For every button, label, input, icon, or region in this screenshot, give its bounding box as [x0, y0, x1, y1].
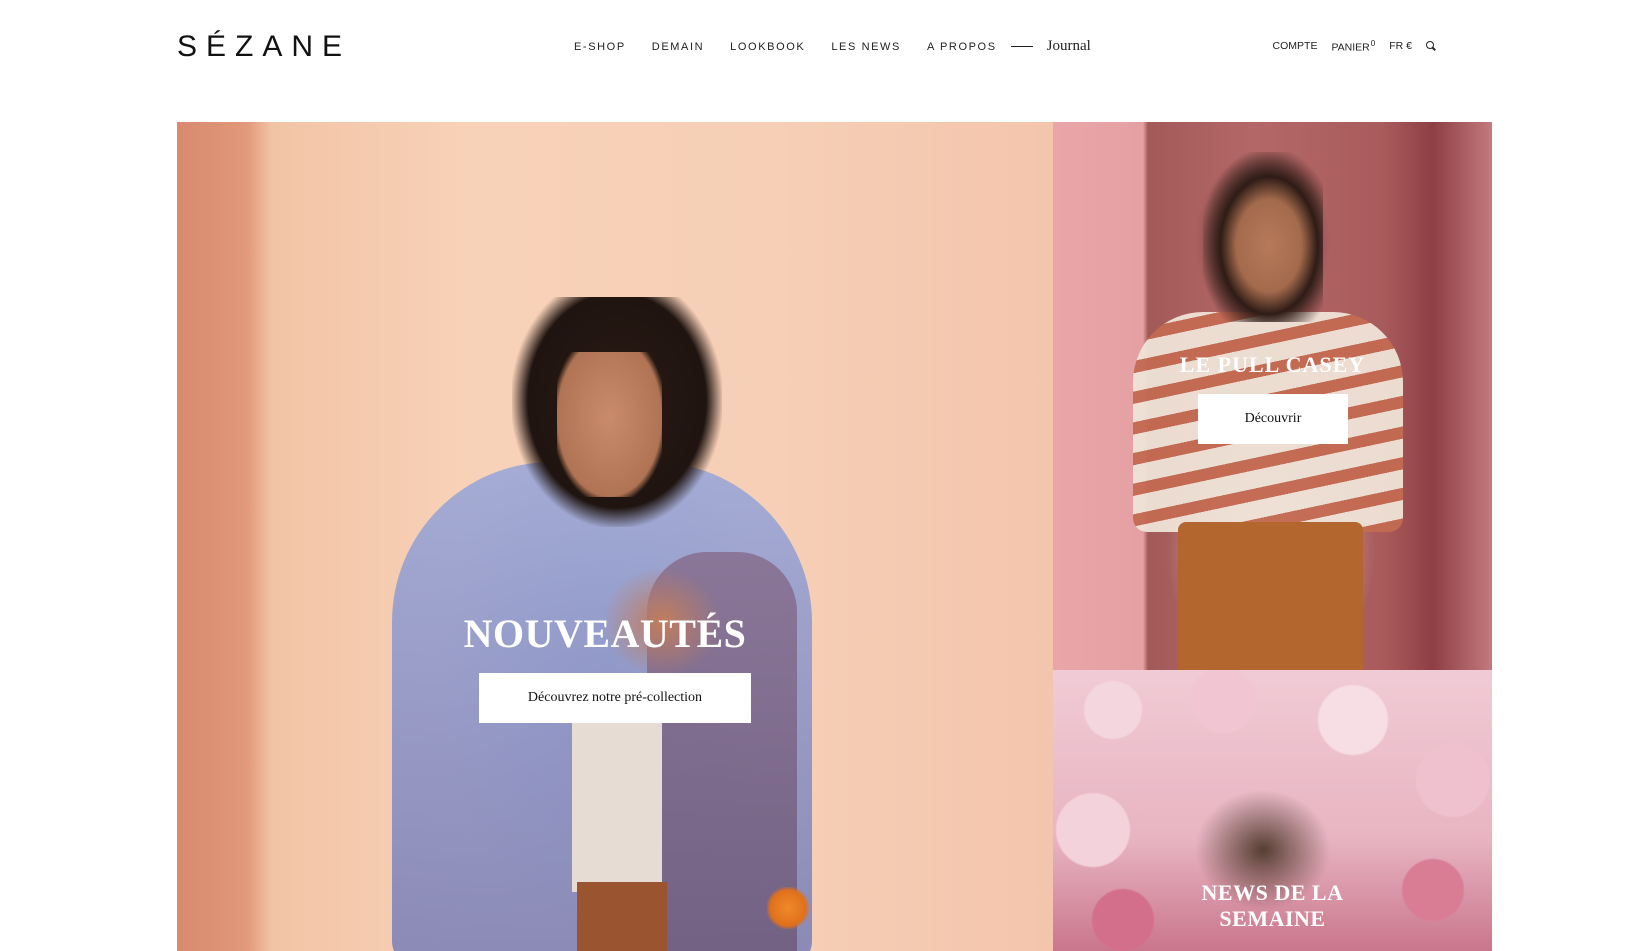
site-header: SÉZANE E-SHOP DEMAIN LOOKBOOK LES NEWS A…	[0, 0, 1631, 95]
nav-item-demain[interactable]: DEMAIN	[652, 41, 704, 53]
hero-tile-new-arrivals[interactable]: NOUVEAUTÉS Découvrez notre pré-collectio…	[177, 122, 1053, 951]
nav-divider	[1010, 46, 1033, 47]
search-icon[interactable]	[1426, 41, 1436, 51]
hero-image-flower	[767, 887, 809, 929]
hero-image-face	[557, 352, 662, 497]
nav-item-a-propos[interactable]: A PROPOS	[927, 41, 997, 53]
discover-precollection-button[interactable]: Découvrez notre pré-collection	[479, 673, 751, 723]
tile-pull-casey[interactable]: LE PULL CASEY Découvrir	[1053, 122, 1492, 670]
nav-item-eshop[interactable]: E-SHOP	[574, 41, 626, 53]
tile-news-week[interactable]: NEWS DE LA SEMAINE	[1053, 670, 1492, 951]
tile-title-news-week: NEWS DE LA SEMAINE	[1053, 880, 1492, 932]
nav-item-les-news[interactable]: LES NEWS	[831, 41, 901, 53]
cart-label: PANIER	[1331, 41, 1370, 54]
hero-grid: NOUVEAUTÉS Découvrez notre pré-collectio…	[177, 122, 1492, 951]
brand-logo[interactable]: SÉZANE	[177, 30, 351, 64]
main-nav: E-SHOP DEMAIN LOOKBOOK LES NEWS A PROPOS…	[574, 38, 1091, 55]
hero-image-pants	[577, 882, 667, 951]
locale-selector[interactable]: FR €	[1389, 40, 1412, 52]
nav-item-lookbook[interactable]: LOOKBOOK	[730, 41, 805, 53]
cart-count: 0	[1370, 39, 1376, 48]
tile-title-line-1: NEWS DE LA	[1201, 880, 1344, 905]
tile-image-trousers	[1178, 522, 1363, 670]
nav-item-journal[interactable]: Journal	[1047, 38, 1091, 55]
tile-image-model-head	[1203, 152, 1323, 322]
cart-link[interactable]: PANIER0	[1331, 39, 1375, 54]
tile-title-line-2: SEMAINE	[1219, 906, 1326, 931]
hero-title: NOUVEAUTÉS	[463, 611, 747, 656]
utility-nav: COMPTE PANIER0 FR €	[1259, 39, 1436, 54]
tile-title-pull-casey: LE PULL CASEY	[1179, 352, 1366, 377]
account-link[interactable]: COMPTE	[1273, 40, 1318, 52]
discover-button[interactable]: Découvrir	[1198, 394, 1348, 444]
